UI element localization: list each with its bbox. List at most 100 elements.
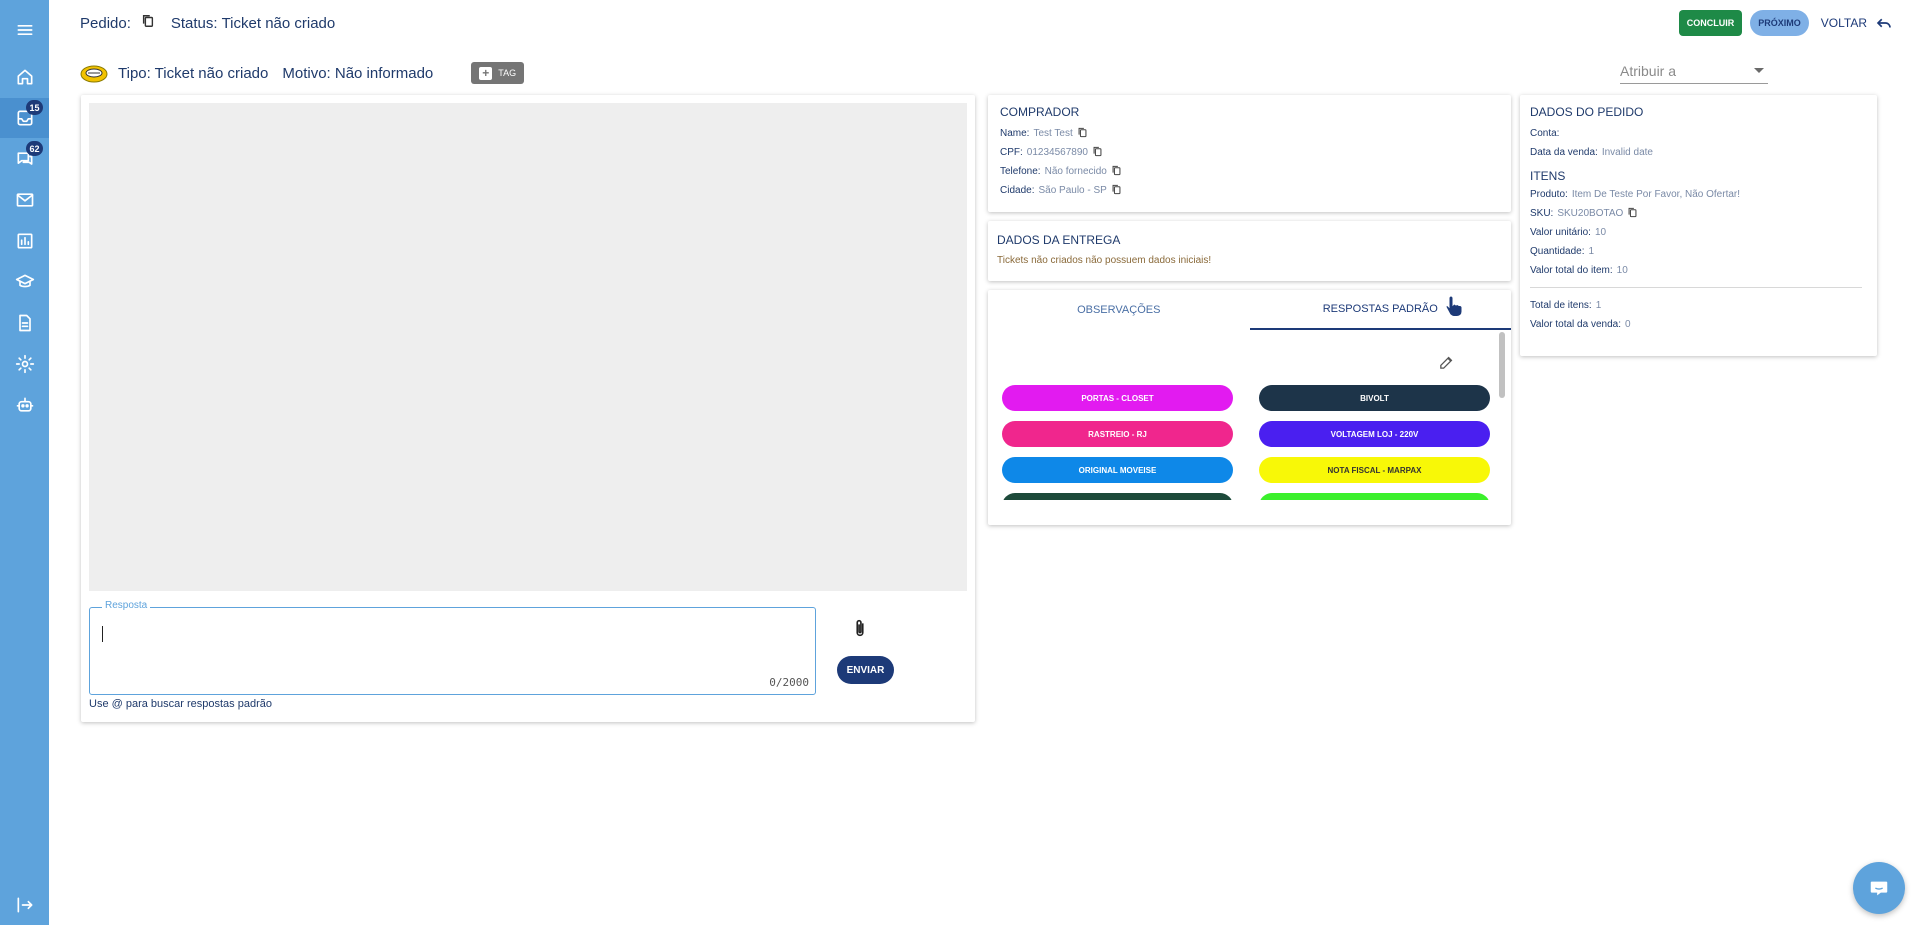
- field-value: 01234567890: [1026, 147, 1088, 158]
- document-icon[interactable]: [0, 303, 49, 343]
- resposta-chip[interactable]: PORTAS - CLOSET: [1002, 385, 1233, 411]
- status-label: Status:: [170, 14, 218, 32]
- resposta-hint: Use @ para buscar respostas padrão: [89, 698, 272, 710]
- sidebar: 15 62: [0, 0, 49, 925]
- field-label: Valor unitário:: [1530, 227, 1591, 238]
- chart-icon[interactable]: [0, 221, 49, 261]
- field-value: 1: [1588, 246, 1595, 257]
- resposta-chip[interactable]: RASTREIO - RJ: [1002, 421, 1233, 447]
- hand-cursor-icon: [1445, 295, 1463, 317]
- field-label: Data da venda:: [1530, 147, 1598, 158]
- sku-row: SKU: SKU20BOTAO: [1530, 204, 1867, 223]
- field-label: Total de itens:: [1530, 300, 1592, 311]
- field-label: Quantidade:: [1530, 246, 1585, 257]
- menu-icon[interactable]: [0, 10, 49, 50]
- resposta-chip[interactable]: ORIGINAL MOVEISE: [1002, 457, 1233, 483]
- inbox-icon[interactable]: 15: [0, 98, 49, 138]
- resposta-chip[interactable]: [1259, 493, 1490, 500]
- field-value: Item De Teste Por Favor, Não Ofertar!: [1571, 189, 1741, 200]
- pedido-label: Pedido:: [80, 14, 131, 32]
- field-value: 10: [1594, 227, 1607, 238]
- chat-support-button[interactable]: [1853, 862, 1905, 914]
- logout-icon[interactable]: [0, 885, 49, 925]
- conta-row: Conta:: [1530, 124, 1867, 143]
- field-label: CPF:: [1000, 147, 1023, 158]
- resposta-input[interactable]: Resposta 0/2000: [89, 600, 816, 695]
- motivo-text: Motivo: Não informado: [282, 64, 434, 82]
- field-label: Valor total da venda:: [1530, 319, 1621, 330]
- tipo-text: Tipo: Ticket não criado: [118, 64, 269, 82]
- concluir-button[interactable]: CONCLUIR: [1678, 10, 1743, 36]
- chat-icon[interactable]: 62: [0, 139, 49, 179]
- robot-icon[interactable]: [0, 385, 49, 425]
- entrega-card: DADOS DA ENTREGA Tickets não criados não…: [988, 221, 1511, 281]
- field-value: Não fornecido: [1044, 166, 1107, 177]
- chat-panel: Resposta 0/2000 Use @ para buscar respos…: [81, 95, 975, 722]
- chat-bubble-icon: [1870, 881, 1888, 896]
- quantidade-row: Quantidade: 1: [1530, 242, 1867, 261]
- messages-badge: 62: [26, 141, 43, 156]
- mail-icon[interactable]: [0, 180, 49, 220]
- tabs-card: OBSERVAÇÕES RESPOSTAS PADRÃO PORTAS - CL…: [988, 290, 1511, 525]
- field-value: 10: [1616, 265, 1628, 276]
- atribuir-select[interactable]: Atribuir a: [1620, 58, 1768, 84]
- scrollbar[interactable]: [1499, 332, 1505, 398]
- field-label: Produto:: [1530, 189, 1568, 200]
- ticket-info-row: Tipo: Ticket não criado Motivo: Não info…: [80, 62, 525, 84]
- chip-label: VOLTAGEM LOJ - 220V: [1330, 429, 1419, 439]
- resposta-chip[interactable]: VOLTAGEM LOJ - 220V: [1259, 421, 1490, 447]
- comprador-telefone-row: Telefone: Não fornecido: [1000, 162, 1499, 181]
- comprador-name-row: Name: Test Test: [1000, 124, 1499, 143]
- valor-total-item-row: Valor total do item: 10: [1530, 261, 1867, 280]
- chip-label: ORIGINAL MOVEISE: [1078, 465, 1157, 475]
- itens-title: ITENS: [1530, 169, 1566, 183]
- valor-unitario-row: Valor unitário: 10: [1530, 223, 1867, 242]
- field-value: São Paulo - SP: [1038, 185, 1107, 196]
- plus-icon: +: [479, 66, 493, 80]
- status-value: Ticket não criado: [221, 14, 336, 32]
- settings-icon[interactable]: [0, 344, 49, 384]
- resposta-chip[interactable]: [1002, 493, 1233, 500]
- field-label: Name:: [1000, 128, 1030, 139]
- voltar-label: VOLTAR: [1820, 16, 1867, 30]
- field-label: Valor total do item:: [1530, 265, 1613, 276]
- chip-label: NOTA FISCAL - MARPAX: [1327, 465, 1422, 475]
- field-value: 0: [1625, 319, 1631, 330]
- field-value: Invalid date: [1601, 147, 1653, 158]
- tab-respostas-padrao[interactable]: RESPOSTAS PADRÃO: [1249, 290, 1511, 330]
- copy-icon[interactable]: [1092, 146, 1103, 160]
- field-label: Telefone:: [1000, 166, 1041, 177]
- home-icon[interactable]: [0, 57, 49, 97]
- copy-icon[interactable]: [1077, 127, 1088, 141]
- field-label: Conta:: [1530, 128, 1560, 139]
- copy-icon[interactable]: [1111, 184, 1122, 198]
- voltar-button[interactable]: VOLTAR: [1821, 14, 1893, 32]
- tab-observacoes[interactable]: OBSERVAÇÕES: [988, 290, 1250, 330]
- pedido-card: DADOS DO PEDIDO Conta: Data da venda: In…: [1520, 95, 1877, 356]
- char-counter: 0/2000: [769, 676, 809, 689]
- copy-icon[interactable]: [141, 14, 155, 32]
- school-icon[interactable]: [0, 262, 49, 302]
- resposta-chip[interactable]: BIVOLT: [1259, 385, 1490, 411]
- proximo-button[interactable]: PRÓXIMO: [1750, 10, 1809, 36]
- copy-icon[interactable]: [1627, 207, 1638, 221]
- chat-messages-area: [89, 103, 967, 591]
- field-value: 1: [1595, 300, 1602, 311]
- resposta-label: Resposta: [102, 600, 151, 611]
- copy-icon[interactable]: [1111, 165, 1122, 179]
- enviar-button[interactable]: ENVIAR: [837, 656, 894, 684]
- produto-row: Produto: Item De Teste Por Favor, Não Of…: [1530, 185, 1867, 204]
- comprador-title: COMPRADOR: [1000, 105, 1080, 119]
- comprador-card: COMPRADOR Name: Test Test CPF: 012345678…: [988, 95, 1511, 212]
- tickets-badge: 15: [26, 100, 43, 115]
- resposta-chip[interactable]: NOTA FISCAL - MARPAX: [1259, 457, 1490, 483]
- atribuir-placeholder: Atribuir a: [1620, 62, 1677, 79]
- edit-icon[interactable]: [1438, 354, 1455, 376]
- attach-icon[interactable]: [850, 617, 870, 644]
- divider: [1530, 287, 1862, 288]
- data-venda-row: Data da venda: Invalid date: [1530, 143, 1867, 162]
- add-tag-button[interactable]: + TAG: [471, 62, 525, 84]
- pedido-title: DADOS DO PEDIDO: [1530, 105, 1644, 119]
- chip-label: RASTREIO - RJ: [1088, 429, 1147, 439]
- field-label: Cidade:: [1000, 185, 1035, 196]
